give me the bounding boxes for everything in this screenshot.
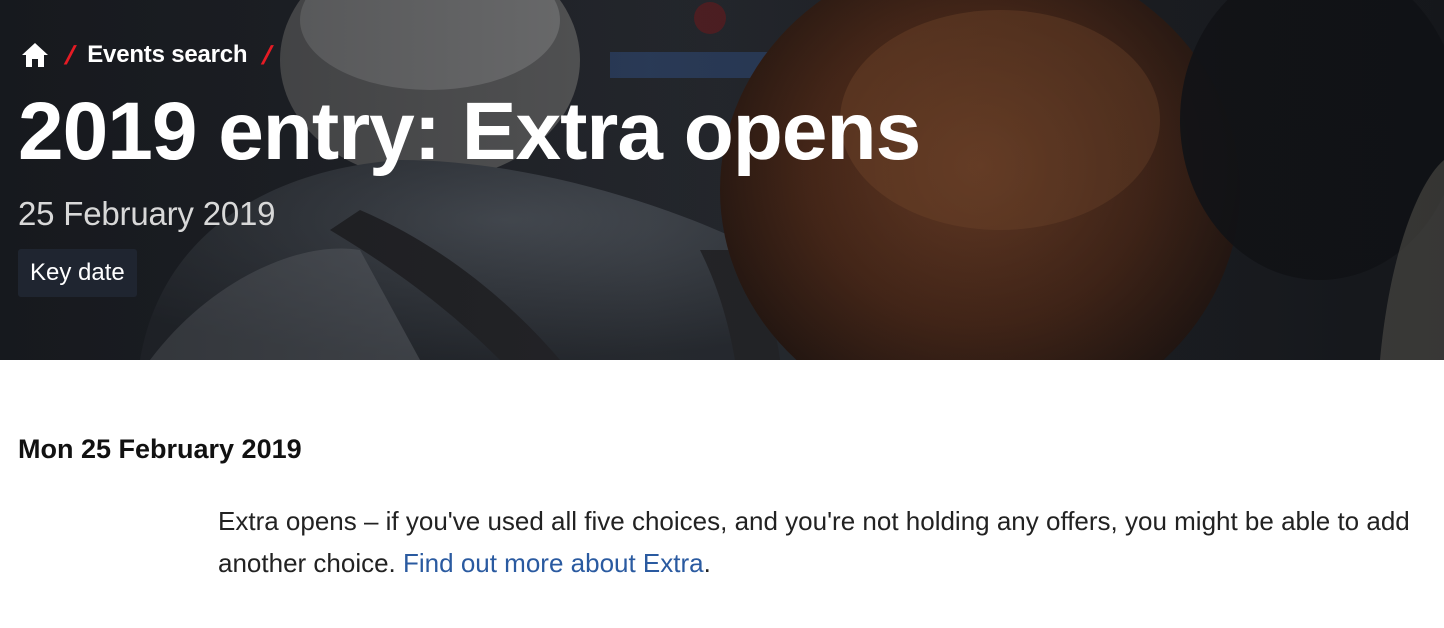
hero-content: / Events search / 2019 entry: Extra open…	[18, 0, 1444, 360]
event-description: Extra opens – if you've used all five ch…	[218, 500, 1434, 584]
breadcrumb-separator: /	[261, 40, 273, 70]
hero-banner: / Events search / 2019 entry: Extra open…	[0, 0, 1444, 360]
breadcrumb-separator: /	[63, 40, 76, 70]
home-link[interactable]	[20, 40, 50, 70]
event-details: Mon 25 February 2019 Extra opens – if yo…	[0, 360, 1444, 628]
key-date-badge: Key date	[18, 249, 137, 297]
day-heading: Mon 25 February 2019	[18, 434, 302, 464]
event-date: 25 February 2019	[18, 195, 276, 232]
event-description-text: Extra opens – if you've used all five ch…	[218, 506, 1410, 578]
event-description-end: .	[703, 548, 711, 578]
breadcrumb-events-search[interactable]: Events search	[87, 41, 247, 69]
breadcrumb: / Events search /	[20, 38, 285, 72]
home-icon	[22, 43, 48, 67]
find-out-more-link[interactable]: Find out more about Extra	[403, 548, 704, 578]
page-title: 2019 entry: Extra opens	[18, 86, 921, 177]
